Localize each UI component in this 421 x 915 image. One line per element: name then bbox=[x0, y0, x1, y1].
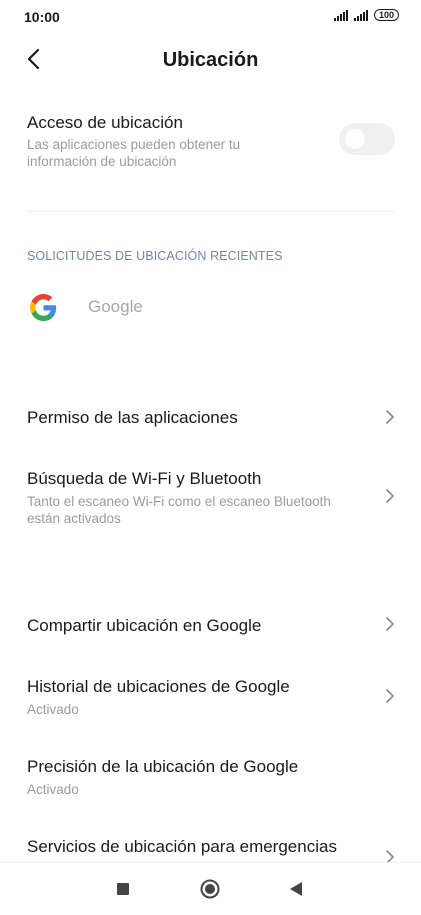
wifi-bluetooth-scan-row[interactable]: Búsqueda de Wi-Fi y Bluetooth Tanto el e… bbox=[0, 465, 421, 535]
location-access-toggle[interactable] bbox=[339, 123, 395, 155]
app-permissions-title: Permiso de las aplicaciones bbox=[27, 408, 238, 427]
system-nav-bar bbox=[0, 862, 421, 915]
chevron-right-icon bbox=[386, 689, 394, 703]
location-accuracy-subtitle: Activado bbox=[27, 782, 79, 797]
divider bbox=[27, 211, 395, 212]
signal-icon-2 bbox=[353, 9, 368, 21]
location-history-title: Historial de ubicaciones de Google bbox=[27, 677, 290, 696]
chevron-right-icon bbox=[386, 410, 394, 424]
header: Ubicación bbox=[0, 38, 421, 82]
location-history-subtitle: Activado bbox=[27, 702, 79, 717]
location-access-subtitle: Las aplicaciones pueden obtener tu infor… bbox=[27, 137, 241, 169]
emergency-location-title: Servicios de ubicación para emergencias bbox=[27, 837, 337, 856]
location-history-row[interactable]: Historial de ubicaciones de Google Activ… bbox=[0, 672, 421, 724]
status-icons: 100 bbox=[333, 9, 399, 21]
battery-icon: 100 bbox=[373, 9, 399, 21]
share-location-row[interactable]: Compartir ubicación en Google bbox=[0, 606, 421, 646]
emergency-location-row[interactable]: Servicios de ubicación para emergencias bbox=[0, 832, 421, 864]
status-bar: 10:00 100 bbox=[0, 0, 421, 34]
wifi-bluetooth-scan-subtitle: Tanto el escaneo Wi-Fi como el escaneo B… bbox=[27, 494, 331, 526]
toggle-knob bbox=[345, 129, 365, 149]
status-time: 10:00 bbox=[24, 9, 60, 25]
location-accuracy-row[interactable]: Precisión de la ubicación de Google Acti… bbox=[0, 752, 421, 804]
signal-icon bbox=[333, 9, 348, 21]
page-title: Ubicación bbox=[162, 49, 259, 71]
recents-button[interactable] bbox=[117, 883, 129, 895]
share-location-title: Compartir ubicación en Google bbox=[27, 616, 262, 635]
recent-app-name: Google bbox=[88, 297, 143, 316]
home-button[interactable] bbox=[199, 878, 221, 900]
recent-app-google[interactable] bbox=[0, 285, 421, 331]
app-permissions-row[interactable]: Permiso de las aplicaciones bbox=[0, 398, 421, 438]
wifi-bluetooth-scan-title: Búsqueda de Wi-Fi y Bluetooth bbox=[27, 469, 262, 488]
recent-requests-header: SOLICITUDES DE UBICACIÓN RECIENTES bbox=[27, 249, 283, 263]
google-logo-icon bbox=[30, 294, 57, 321]
nav-back-button[interactable] bbox=[289, 881, 303, 897]
location-access-title: Acceso de ubicación bbox=[27, 113, 183, 132]
chevron-right-icon bbox=[386, 489, 394, 503]
chevron-right-icon bbox=[386, 617, 394, 631]
location-accuracy-title: Precisión de la ubicación de Google bbox=[27, 757, 299, 776]
